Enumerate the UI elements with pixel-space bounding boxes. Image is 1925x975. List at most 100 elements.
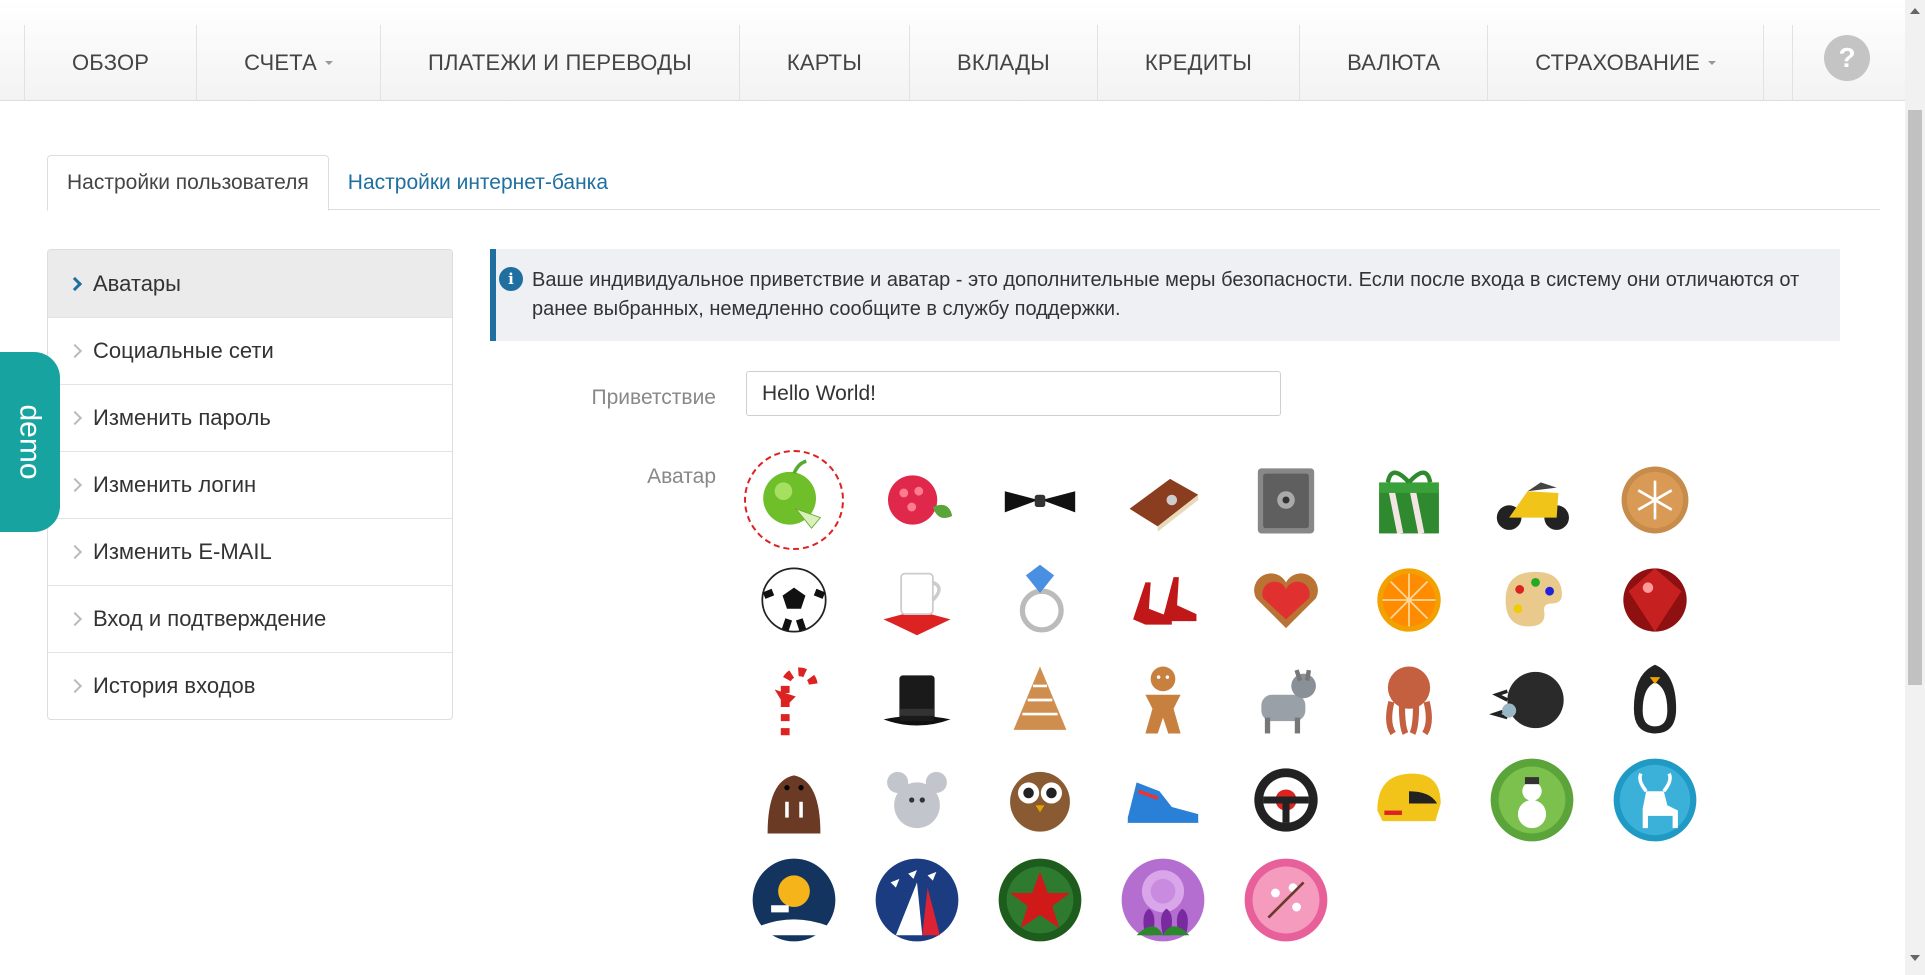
- avatar-option-airshow-badge[interactable]: [867, 850, 967, 950]
- deer-badge-icon: [1613, 758, 1697, 842]
- nav-item-6[interactable]: ВАЛЮТА: [1299, 25, 1487, 101]
- santa-sleigh-badge-icon: [752, 858, 836, 942]
- avatar-option-red-star-badge[interactable]: [990, 850, 1090, 950]
- sidebar-item-change-email[interactable]: Изменить E-MAIL: [48, 518, 452, 585]
- sidebar-item-social[interactable]: Социальные сети: [48, 317, 452, 384]
- avatar-option-high-heels[interactable]: [1113, 550, 1213, 650]
- avatar-option-owl[interactable]: [990, 750, 1090, 850]
- sidebar-item-label: История входов: [93, 673, 256, 698]
- sidebar-item-label: Социальные сети: [93, 338, 274, 363]
- nav-item-5[interactable]: КРЕДИТЫ: [1096, 25, 1299, 101]
- avatar-option-tulips-badge[interactable]: [1113, 850, 1213, 950]
- avatar-option-penguin[interactable]: [1605, 650, 1705, 750]
- avatar-option-coffee-cup[interactable]: [867, 550, 967, 650]
- demo-tab[interactable]: demo: [0, 352, 60, 532]
- gingerbread-man-icon: [1145, 666, 1181, 734]
- avatar-option-blossom-badge[interactable]: [1236, 850, 1336, 950]
- avatar-option-snowman-badge[interactable]: [1482, 750, 1582, 850]
- coffee-cup-icon: [883, 572, 951, 636]
- chevron-right-icon: [67, 276, 83, 291]
- octopus-icon: [1386, 666, 1432, 736]
- nav-item-3[interactable]: КАРТЫ: [738, 25, 909, 101]
- nav-item-4[interactable]: ВКЛАДЫ: [909, 25, 1097, 101]
- avatar-option-candy-cane[interactable]: [744, 650, 844, 750]
- sidebar-item-change-login[interactable]: Изменить логин: [48, 451, 452, 518]
- nav-item-1[interactable]: СЧЕТА: [196, 25, 380, 101]
- raspberry-icon: [887, 475, 953, 525]
- avatar-option-walrus[interactable]: [744, 750, 844, 850]
- avatar-option-paint-palette[interactable]: [1482, 550, 1582, 650]
- avatar-option-green-apple[interactable]: [744, 450, 844, 550]
- scroll-thumb[interactable]: [1908, 110, 1922, 685]
- chevron-right-icon: [67, 678, 83, 694]
- sidebar-item-label: Изменить E-MAIL: [93, 539, 272, 564]
- nav-item-label: СЧЕТА: [244, 50, 318, 75]
- avatar-option-hedgehog[interactable]: [1482, 650, 1582, 750]
- caret-down-icon: [1707, 61, 1716, 65]
- avatar-option-racing-helmet[interactable]: [1359, 750, 1459, 850]
- help-button[interactable]: ?: [1824, 35, 1870, 81]
- nav-item-label: КРЕДИТЫ: [1144, 50, 1253, 75]
- avatar-option-deer-badge[interactable]: [1605, 750, 1705, 850]
- settings-sidebar: Аватары Социальные сети Изменить пароль …: [47, 249, 453, 720]
- avatar-option-orange-slice[interactable]: [1359, 550, 1459, 650]
- avatar-option-sneaker[interactable]: [1113, 750, 1213, 850]
- avatar-option-chinchilla[interactable]: [867, 750, 967, 850]
- scroll-up-icon[interactable]: [1910, 8, 1920, 14]
- nav-item-7[interactable]: СТРАХОВАНИЕ: [1487, 25, 1764, 101]
- avatar-option-diamond-ring[interactable]: [990, 550, 1090, 650]
- nav-item-0[interactable]: ОБЗОР: [24, 25, 196, 101]
- tab-user-settings[interactable]: Настройки пользователя: [47, 155, 329, 211]
- avatar-option-santa-sleigh-badge[interactable]: [744, 850, 844, 950]
- avatar-option-motorcycle[interactable]: [1482, 450, 1582, 550]
- gift-box-icon: [1379, 470, 1439, 535]
- info-alert: i Ваше индивидуальное приветствие и ават…: [490, 249, 1840, 341]
- avatar-option-steering-wheel[interactable]: [1236, 750, 1336, 850]
- greeting-input[interactable]: [746, 371, 1281, 416]
- avatar-option-ruby[interactable]: [1605, 550, 1705, 650]
- penguin-icon: [1633, 664, 1677, 734]
- page-scrollbar[interactable]: [1905, 0, 1925, 975]
- avatar-option-soccer-ball[interactable]: [744, 550, 844, 650]
- paint-palette-icon: [1505, 571, 1562, 627]
- avatar-option-book[interactable]: [1113, 450, 1213, 550]
- nav-menu: ОБЗОР СЧЕТА ПЛАТЕЖИ И ПЕРЕВОДЫ КАРТЫ ВКЛАДЫ К…: [24, 25, 1764, 101]
- sidebar-item-login-history[interactable]: История входов: [48, 652, 452, 719]
- tab-internet-bank-settings[interactable]: Настройки интернет-банка: [329, 155, 627, 211]
- avatar-label: Аватар: [647, 465, 716, 488]
- sneaker-icon: [1127, 782, 1199, 827]
- avatar-option-gingerbread-man[interactable]: [1113, 650, 1213, 750]
- sidebar-item-change-password[interactable]: Изменить пароль: [48, 384, 452, 451]
- avatar-option-bow-tie[interactable]: [990, 450, 1090, 550]
- chinchilla-icon: [887, 771, 947, 829]
- avatar-option-christmas-tree-cookie[interactable]: [990, 650, 1090, 750]
- soccer-ball-icon: [761, 567, 827, 633]
- chevron-right-icon: [67, 544, 83, 560]
- avatar-option-heart-cookie[interactable]: [1236, 550, 1336, 650]
- steering-wheel-icon: [1254, 768, 1318, 832]
- diamond-ring-icon: [1019, 564, 1064, 633]
- nav-item-2[interactable]: ПЛАТЕЖИ И ПЕРЕВОДЫ: [380, 25, 739, 101]
- hedgehog-icon: [1489, 671, 1564, 729]
- high-heels-icon: [1133, 577, 1197, 625]
- avatar-option-gift-box[interactable]: [1359, 450, 1459, 550]
- avatar-option-top-hat[interactable]: [867, 650, 967, 750]
- sidebar-item-label: Вход и подтверждение: [93, 606, 327, 631]
- book-icon: [1129, 478, 1199, 532]
- snowflake-cookie-icon: [1621, 466, 1689, 534]
- avatar-option-snowflake-cookie[interactable]: [1605, 450, 1705, 550]
- scroll-down-icon[interactable]: [1910, 955, 1920, 961]
- top-hat-icon: [883, 675, 951, 726]
- avatar-option-raspberry[interactable]: [867, 450, 967, 550]
- snowman-badge-icon: [1490, 758, 1574, 842]
- candy-cane-icon: [774, 667, 818, 736]
- christmas-tree-cookie-icon: [1013, 666, 1067, 730]
- racing-helmet-icon: [1377, 773, 1441, 822]
- ruby-icon: [1623, 568, 1687, 632]
- sidebar-item-login-confirm[interactable]: Вход и подтверждение: [48, 585, 452, 652]
- sidebar-item-avatars[interactable]: Аватары: [48, 250, 452, 317]
- avatar-option-octopus[interactable]: [1359, 650, 1459, 750]
- avatar-option-donkey[interactable]: [1236, 650, 1336, 750]
- avatar-option-safe[interactable]: [1236, 450, 1336, 550]
- chevron-right-icon: [67, 611, 83, 627]
